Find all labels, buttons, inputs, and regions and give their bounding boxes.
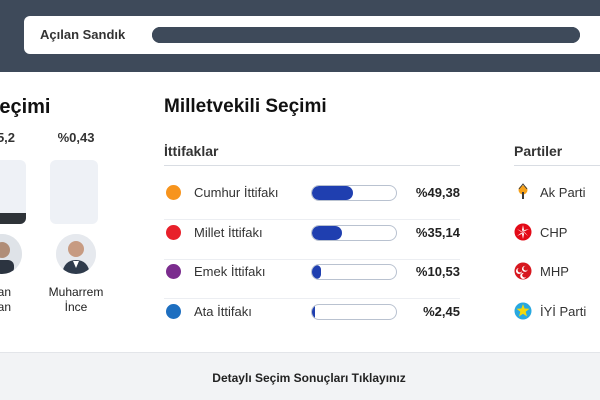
alliance-row[interactable]: Emek İttifakı %10,53 (164, 261, 460, 299)
alliance-percent: %35,14 (415, 224, 460, 240)
candidate-vote-bar-fill (0, 213, 26, 224)
alliance-percent: %2,45 (423, 303, 460, 319)
chp-logo-icon (514, 223, 532, 241)
row-divider (164, 298, 460, 299)
alliances-heading: İttifaklar (164, 143, 219, 159)
opened-ballot-box-panel: Açılan Sandık (24, 16, 600, 54)
alliance-row[interactable]: Millet İttifakı %35,14 (164, 222, 460, 260)
alliance-percent: %49,38 (415, 185, 460, 200)
alliance-color-dot-icon (166, 224, 181, 240)
presidential-section-title: Seçimi (0, 96, 51, 118)
candidate-vote-bar (0, 160, 26, 224)
party-name: Ak Parti (540, 185, 586, 200)
parties-divider (514, 165, 600, 166)
parliamentary-section-title: Milletvekili Seçimi (164, 96, 327, 117)
alliance-vote-bar-fill (312, 225, 342, 240)
row-divider (164, 258, 460, 260)
results-header: Açılan Sandık (0, 0, 600, 72)
opened-ballot-box-label: Açılan Sandık (40, 27, 126, 42)
party-row[interactable]: Ak Parti (514, 182, 600, 220)
alliance-vote-bar (311, 185, 397, 201)
candidate-percent: 5,2 (0, 130, 16, 145)
iyi-parti-logo-icon (514, 302, 532, 320)
alliance-name: Cumhur İttifakı (194, 185, 279, 200)
row-divider (164, 219, 460, 220)
candidate-photo-icon (0, 234, 22, 274)
alliance-vote-bar (311, 264, 397, 280)
party-row[interactable]: CHP (514, 222, 600, 260)
alliance-color-dot-icon (166, 185, 181, 200)
party-name: İYİ Parti (540, 303, 587, 319)
details-footer: Detaylı Seçim Sonuçları Tıklayınız (0, 352, 600, 400)
alliance-name: Emek İttifakı (194, 264, 266, 279)
candidate-name-line1: Muharrem (48, 285, 104, 299)
detailed-results-link[interactable]: Detaylı Seçim Sonuçları Tıklayınız (0, 371, 600, 385)
alliance-name: Millet İttifakı (194, 224, 263, 240)
avatar (56, 234, 96, 274)
opened-ballot-box-progress-fill (152, 27, 580, 43)
alliance-vote-bar (311, 303, 397, 320)
avatar (0, 234, 22, 274)
party-name: MHP (540, 264, 569, 279)
parties-heading: Partiler (514, 143, 563, 159)
alliance-vote-bar-fill (312, 186, 354, 200)
alliance-row[interactable]: Ata İttifakı %2,45 (164, 301, 460, 339)
candidate-percent: %0,43 (57, 130, 95, 145)
candidate-photo-icon (56, 234, 96, 274)
alliance-vote-bar (311, 224, 397, 241)
alliance-color-dot-icon (166, 264, 181, 279)
ak-parti-logo-icon (514, 183, 532, 201)
alliance-row[interactable]: Cumhur İttifakı %49,38 (164, 182, 460, 220)
party-name: CHP (540, 224, 568, 240)
alliance-name: Ata İttifakı (194, 303, 252, 319)
alliance-percent: %10,53 (415, 264, 460, 279)
alliance-vote-bar-fill (312, 265, 321, 279)
alliances-divider (164, 165, 460, 166)
candidate-vote-bar (50, 160, 98, 224)
alliance-color-dot-icon (166, 303, 181, 319)
candidate-name: Muharrem İnce (31, 285, 121, 315)
alliance-vote-bar-fill (312, 304, 316, 319)
candidate-name-line2: İnce (64, 300, 88, 314)
party-row[interactable]: İYİ Parti (514, 301, 600, 339)
opened-ballot-box-progress (152, 27, 580, 43)
mhp-logo-icon (514, 262, 532, 280)
party-row[interactable]: MHP (514, 261, 600, 299)
